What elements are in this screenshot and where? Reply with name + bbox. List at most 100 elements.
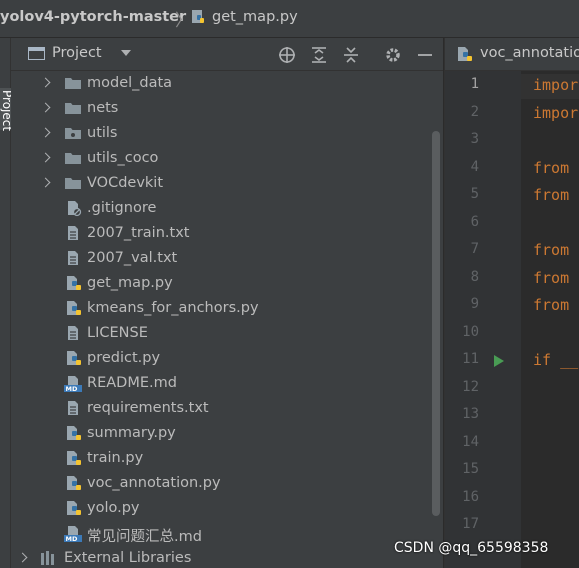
text-file-icon: [66, 325, 82, 346]
folder-icon: [64, 75, 82, 95]
code-line: impor: [533, 104, 579, 122]
python-file-icon: [66, 500, 84, 521]
tree-item-label: VOCdevkit: [87, 175, 164, 191]
ignore-file-icon: [66, 200, 82, 221]
tree-item-label: yolo.py: [87, 500, 140, 516]
tree-item-yolo[interactable]: yolo.py: [11, 497, 429, 522]
watermark: CSDN @qq_65598358: [394, 540, 549, 556]
line-number: 6: [470, 214, 479, 230]
line-number: 12: [462, 379, 479, 395]
tree-item-external-libraries[interactable]: External Libraries: [11, 547, 429, 568]
breadcrumb-project[interactable]: yolov4-pytorch-master: [0, 9, 186, 25]
tree-item-2007-val[interactable]: 2007_val.txt: [11, 247, 429, 272]
run-icon[interactable]: [494, 355, 504, 367]
tree-item-train[interactable]: train.py: [11, 447, 429, 472]
locate-icon[interactable]: [278, 46, 296, 64]
chevron-right-icon[interactable]: [40, 152, 51, 163]
line-number: 9: [470, 296, 479, 312]
python-file-icon: [457, 46, 475, 67]
project-view-icon: [28, 47, 45, 60]
scrollbar-thumb[interactable]: [432, 131, 440, 516]
text-file-icon: [66, 225, 82, 246]
chevron-down-icon[interactable]: [121, 50, 131, 56]
project-view-selector[interactable]: Project: [52, 45, 102, 61]
python-file-icon: [66, 350, 84, 371]
chevron-right-icon[interactable]: [40, 127, 51, 138]
tree-item-label: model_data: [87, 75, 173, 91]
tree-item-label: 常见问题汇总.md: [87, 529, 202, 545]
tree-item-predict[interactable]: predict.py: [11, 347, 429, 372]
editor-tab-bar: voc_annotatio: [444, 38, 579, 71]
python-file-icon: [66, 450, 84, 471]
tree-item-label: kmeans_for_anchors.py: [87, 300, 259, 316]
tree-item-label: utils: [87, 125, 118, 141]
line-number: 7: [470, 241, 479, 257]
tree-item-get-map[interactable]: get_map.py: [11, 272, 429, 297]
folder-icon: [64, 175, 82, 195]
tree-item-license[interactable]: LICENSE: [11, 322, 429, 347]
tree-item-kmeans-for-anchors[interactable]: kmeans_for_anchors.py: [11, 297, 429, 322]
line-number: 5: [470, 186, 479, 202]
tree-item-readme[interactable]: MD README.md: [11, 372, 429, 397]
breadcrumb-file[interactable]: get_map.py: [212, 9, 298, 25]
text-file-icon: [66, 400, 82, 421]
tree-item-label: README.md: [87, 375, 177, 391]
tree-scrollbar[interactable]: [429, 71, 443, 568]
tree-item-label: utils_coco: [87, 150, 159, 166]
tree-item-label: requirements.txt: [87, 400, 209, 416]
tree-item-summary[interactable]: summary.py: [11, 422, 429, 447]
breadcrumb-separator: 〉: [175, 11, 192, 31]
expand-all-icon[interactable]: [310, 46, 328, 64]
library-icon: [40, 550, 58, 568]
tree-item-label: get_map.py: [87, 275, 173, 291]
hide-icon[interactable]: [416, 46, 434, 64]
svg-text:MD: MD: [66, 385, 78, 393]
tree-item-model-data[interactable]: model_data: [11, 72, 429, 97]
line-number: 10: [462, 324, 479, 340]
code-line: from: [533, 186, 570, 204]
line-number: 1: [470, 76, 479, 92]
folder-icon: [64, 150, 82, 170]
folder-icon: [64, 100, 82, 120]
tree-item-gitignore[interactable]: .gitignore: [11, 197, 429, 222]
collapse-all-icon[interactable]: [342, 46, 360, 64]
line-number: 2: [470, 104, 479, 120]
tool-window-strip: Project: [0, 38, 14, 568]
tree-item-label: LICENSE: [87, 325, 148, 341]
tree-item-nets[interactable]: nets: [11, 97, 429, 122]
project-tree[interactable]: model_data nets utils utils_coco VOCdevk…: [11, 71, 429, 568]
tree-item-requirements[interactable]: requirements.txt: [11, 397, 429, 422]
tree-item-utils-coco[interactable]: utils_coco: [11, 147, 429, 172]
line-number: 8: [470, 269, 479, 285]
python-file-icon: [66, 425, 84, 446]
markdown-file-icon: MD: [64, 525, 84, 547]
chevron-right-icon[interactable]: [40, 102, 51, 113]
chevron-right-icon[interactable]: [40, 177, 51, 188]
editor-gutter[interactable]: 1 2 3 4 5 6 7 8 9 10 11 12 13 14 15 16 1…: [444, 71, 531, 568]
code-line: from: [533, 269, 570, 287]
code-line: if __: [533, 351, 579, 369]
line-number: 15: [462, 461, 479, 477]
chevron-right-icon[interactable]: [17, 552, 28, 563]
text-file-icon: [66, 250, 82, 271]
tree-item-voc-annotation[interactable]: voc_annotation.py: [11, 472, 429, 497]
python-file-icon: [66, 275, 84, 296]
editor-tab-voc-annotation[interactable]: voc_annotatio: [480, 45, 579, 61]
tree-item-faq-md[interactable]: MD 常见问题汇总.md: [11, 522, 429, 547]
tree-item-label: nets: [87, 100, 119, 116]
line-number: 16: [462, 489, 479, 505]
tree-item-vocdevkit[interactable]: VOCdevkit: [11, 172, 429, 197]
chevron-right-icon[interactable]: [40, 77, 51, 88]
code-line: impor: [533, 76, 579, 94]
settings-icon[interactable]: [384, 46, 402, 64]
code-line: from: [533, 296, 570, 314]
tree-item-label: External Libraries: [64, 550, 192, 566]
line-number: 3: [470, 131, 479, 147]
tree-item-2007-train[interactable]: 2007_train.txt: [11, 222, 429, 247]
python-file-icon: [66, 475, 84, 496]
line-number: 4: [470, 159, 479, 175]
tree-item-utils[interactable]: utils: [11, 122, 429, 147]
line-number: 14: [462, 434, 479, 450]
code-editor[interactable]: impor impor from from from from from if …: [521, 71, 579, 568]
tree-item-label: voc_annotation.py: [87, 475, 221, 491]
